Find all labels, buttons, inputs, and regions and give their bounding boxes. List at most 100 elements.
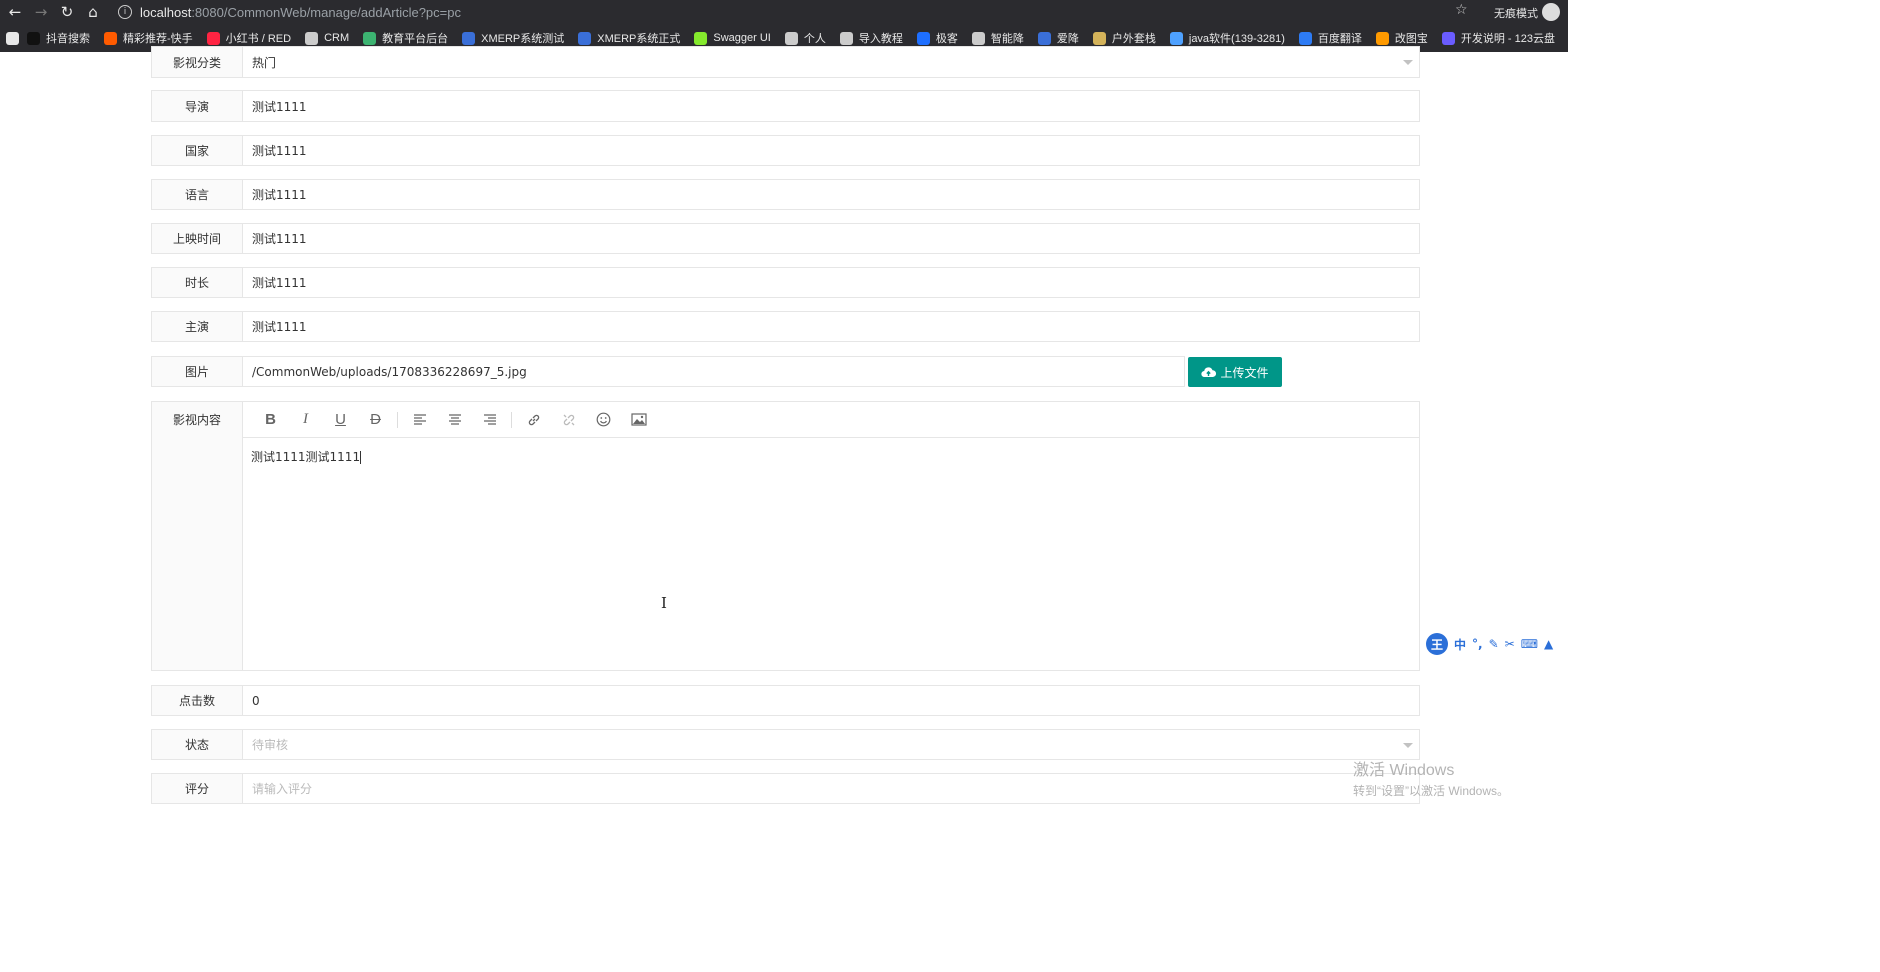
image-icon[interactable] xyxy=(621,402,656,438)
upload-file-label: 上传文件 xyxy=(1220,365,1269,380)
windows-activation-watermark: 激活 Windows 转到“设置”以激活 Windows。 xyxy=(1353,756,1509,799)
bookmark-item[interactable]: 个人 xyxy=(784,30,826,46)
bookmark-label: 智能降 xyxy=(990,33,1024,45)
browser-address-bar: ← → ↻ ⌂ i localhost:8080/CommonWeb/manag… xyxy=(0,0,1568,24)
bookmark-favicon-icon xyxy=(1375,31,1389,45)
align-right-icon[interactable] xyxy=(472,402,507,438)
ime-mode-toggle[interactable]: 中 xyxy=(1454,636,1466,653)
emoji-icon[interactable] xyxy=(586,402,621,438)
form-row-director: 导演 测试1111 xyxy=(151,90,1420,122)
reload-icon[interactable]: ↻ xyxy=(56,0,78,24)
bookmark-label: 极客 xyxy=(935,33,958,45)
bookmark-apps-icon[interactable] xyxy=(6,31,19,45)
chevron-down-icon xyxy=(1403,742,1413,748)
release-time-input[interactable]: 测试1111 xyxy=(243,224,1419,253)
ime-toolbar: 王 中 °, ✎ ✂ ⌨ ▲ xyxy=(1426,632,1568,656)
skin-icon[interactable]: ▲ xyxy=(1544,637,1553,651)
rating-input[interactable]: 请输入评分 xyxy=(243,774,1419,803)
bookmark-item[interactable]: 改图宝 xyxy=(1375,30,1428,46)
bookmark-item[interactable]: CRM xyxy=(305,31,349,45)
bookmark-item[interactable]: 百度翻译 xyxy=(1298,30,1362,46)
bookmark-item[interactable]: 精彩推荐-快手 xyxy=(104,30,193,46)
content-label: 影视内容 xyxy=(152,402,243,670)
incognito-label: 无痕模式 xyxy=(1494,7,1538,20)
release-time-label: 上映时间 xyxy=(152,224,243,253)
form-row-content: 影视内容 B I U D 测试1111测试1111 xyxy=(151,401,1420,671)
bookmark-favicon-icon xyxy=(916,31,930,45)
image-label: 图片 xyxy=(152,357,243,386)
bookmark-item[interactable]: java软件(139-3281) xyxy=(1169,30,1285,46)
bookmark-item[interactable]: Swagger UI xyxy=(694,31,771,45)
keyboard-icon[interactable]: ⌨ xyxy=(1521,637,1538,651)
back-icon[interactable]: ← xyxy=(4,0,26,24)
bookmark-label: XMERP系统正式 xyxy=(597,33,681,45)
actors-label: 主演 xyxy=(152,312,243,341)
status-select[interactable]: 待审核 xyxy=(243,730,1419,759)
bookmark-label: 爱降 xyxy=(1056,33,1079,45)
image-path-input[interactable]: /CommonWeb/uploads/1708336228697_5.jpg xyxy=(243,357,1184,386)
align-center-icon[interactable] xyxy=(437,402,472,438)
editor-content-area[interactable]: 测试1111测试1111 xyxy=(243,438,1419,670)
bookmark-favicon-icon xyxy=(1092,31,1106,45)
bookmark-label: 精彩推荐-快手 xyxy=(123,33,193,45)
bookmark-favicon-icon xyxy=(839,31,853,45)
scissors-icon[interactable]: ✂ xyxy=(1505,637,1515,651)
link-icon[interactable] xyxy=(516,402,551,438)
actors-input[interactable]: 测试1111 xyxy=(243,312,1419,341)
language-input[interactable]: 测试1111 xyxy=(243,180,1419,209)
bookmark-label: 导入教程 xyxy=(858,33,903,45)
form-row-rating: 评分 请输入评分 xyxy=(151,773,1420,804)
bookmark-favicon-icon xyxy=(1169,31,1183,45)
forward-icon[interactable]: → xyxy=(30,0,52,24)
bookmark-item[interactable]: XMERP系统正式 xyxy=(578,30,680,46)
strikethrough-icon[interactable]: D xyxy=(358,402,393,438)
home-icon[interactable]: ⌂ xyxy=(82,0,104,24)
duration-input[interactable]: 测试1111 xyxy=(243,268,1419,297)
bookmark-label: 抖音搜索 xyxy=(46,33,90,45)
chevron-down-icon xyxy=(1403,60,1413,65)
form-row-clicks: 点击数 0 xyxy=(151,685,1420,716)
toolbar-divider xyxy=(397,411,398,428)
bold-icon[interactable]: B xyxy=(253,402,288,438)
profile-avatar-icon[interactable] xyxy=(1542,3,1560,21)
site-info-icon[interactable]: i xyxy=(118,5,132,19)
rating-label: 评分 xyxy=(152,774,243,803)
editor-toolbar: B I U D xyxy=(243,402,1419,438)
bookmark-favicon-icon xyxy=(462,31,476,45)
punctuation-icon[interactable]: °, xyxy=(1472,637,1483,651)
director-input[interactable]: 测试1111 xyxy=(243,91,1419,121)
bookmark-item[interactable]: 小红书 / RED xyxy=(206,30,292,46)
bookmark-star-icon[interactable]: ☆ xyxy=(1455,2,1468,18)
bookmark-item[interactable]: 智能降 xyxy=(971,30,1024,46)
bookmark-label: 小红书 / RED xyxy=(225,33,292,45)
language-label: 语言 xyxy=(152,180,243,209)
ime-logo-icon[interactable]: 王 xyxy=(1426,633,1448,655)
bookmark-item[interactable]: 教育平台后台 xyxy=(363,30,448,46)
pen-icon[interactable]: ✎ xyxy=(1489,637,1499,651)
bookmark-label: Swagger UI xyxy=(713,32,771,44)
unlink-icon[interactable] xyxy=(551,402,586,438)
bookmark-favicon-icon xyxy=(1441,31,1455,45)
form-row-category: 影视分类 热门 xyxy=(151,46,1420,78)
bookmark-item[interactable]: 开发说明 - 123云盘 xyxy=(1441,30,1556,46)
bookmark-item[interactable]: 导入教程 xyxy=(839,30,903,46)
content-text: 测试1111测试1111 xyxy=(251,450,361,464)
country-input[interactable]: 测试1111 xyxy=(243,136,1419,165)
bookmark-item[interactable]: XMERP系统测试 xyxy=(462,30,564,46)
clicks-input[interactable]: 0 xyxy=(243,686,1419,715)
url-field[interactable]: i localhost:8080/CommonWeb/manage/addArt… xyxy=(110,2,1480,22)
italic-icon[interactable]: I xyxy=(288,402,323,438)
category-select[interactable]: 热门 xyxy=(243,47,1419,77)
bookmark-item[interactable]: 抖音搜索 xyxy=(27,30,90,46)
underline-icon[interactable]: U xyxy=(323,402,358,438)
align-left-icon[interactable] xyxy=(402,402,437,438)
category-label: 影视分类 xyxy=(152,47,243,77)
bookmark-label: 教育平台后台 xyxy=(382,33,449,45)
form-row-language: 语言 测试1111 xyxy=(151,179,1420,210)
bookmark-item[interactable]: 户外套栈 xyxy=(1092,30,1156,46)
bookmark-item[interactable]: 极客 xyxy=(916,30,958,46)
bookmark-favicon-icon xyxy=(206,31,220,45)
bookmark-label: 开发说明 - 123云盘 xyxy=(1460,33,1556,45)
bookmark-item[interactable]: 爱降 xyxy=(1037,30,1079,46)
upload-file-button[interactable]: 上传文件 xyxy=(1188,357,1282,387)
